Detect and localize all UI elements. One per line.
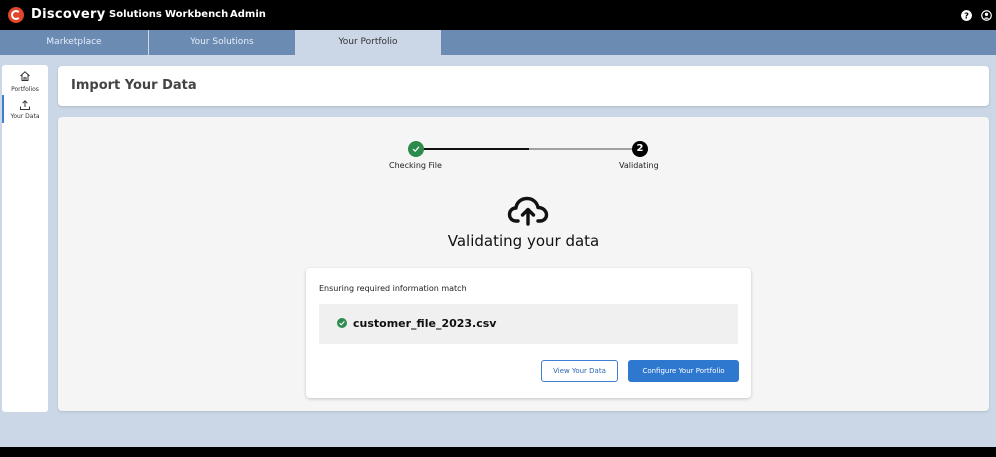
check-circle-icon	[337, 318, 347, 328]
step-complete-icon	[408, 141, 424, 157]
cloud-upload-icon	[507, 196, 549, 226]
view-your-data-button[interactable]: View Your Data	[541, 360, 618, 382]
page-title: Import Your Data	[71, 78, 197, 93]
topnav-solutions[interactable]: Solutions	[109, 9, 162, 20]
home-icon	[20, 71, 30, 81]
top-bar: Discovery Solutions Workbench Admin ?	[0, 0, 996, 30]
sidebar-item-portfolios[interactable]: Portfolios	[2, 67, 48, 95]
step-label-validating: Validating	[619, 161, 659, 170]
discovery-logo-icon[interactable]	[8, 7, 24, 23]
help-icon[interactable]: ?	[961, 10, 972, 21]
side-nav: Portfolios Your Data	[2, 65, 48, 412]
topnav-admin[interactable]: Admin	[230, 9, 266, 20]
step-label-checking-file: Checking File	[389, 161, 442, 170]
status-title: Validating your data	[447, 232, 600, 250]
check-icon	[412, 146, 420, 153]
tab-bar: Marketplace Your Solutions Your Portfoli…	[0, 30, 996, 55]
file-row: customer_file_2023.csv	[319, 304, 738, 344]
tab-your-portfolio[interactable]: Your Portfolio	[295, 30, 441, 55]
app-name[interactable]: Discovery	[31, 7, 106, 22]
validation-subtitle: Ensuring required information match	[319, 284, 467, 293]
page-header: Import Your Data	[58, 66, 989, 106]
sidebar-item-label: Portfolios	[11, 86, 39, 93]
tab-bar-filler	[441, 30, 996, 55]
step-number: 2	[632, 141, 648, 157]
tab-your-solutions[interactable]: Your Solutions	[149, 30, 295, 55]
file-name: customer_file_2023.csv	[353, 317, 497, 330]
stepper-track	[416, 148, 640, 150]
footer-bar	[0, 447, 996, 457]
import-panel: 2 Checking File Validating Validating yo…	[58, 117, 989, 411]
configure-portfolio-button[interactable]: Configure Your Portfolio	[628, 360, 739, 382]
svg-text:?: ?	[964, 11, 969, 21]
tab-marketplace[interactable]: Marketplace	[0, 30, 148, 55]
topnav-workbench[interactable]: Workbench	[165, 9, 228, 20]
sidebar-item-label: Your Data	[10, 113, 40, 120]
account-icon[interactable]	[981, 10, 992, 21]
upload-icon	[20, 100, 30, 110]
sidebar-item-your-data[interactable]: Your Data	[2, 97, 48, 125]
validation-card: Ensuring required information match cust…	[306, 268, 751, 398]
